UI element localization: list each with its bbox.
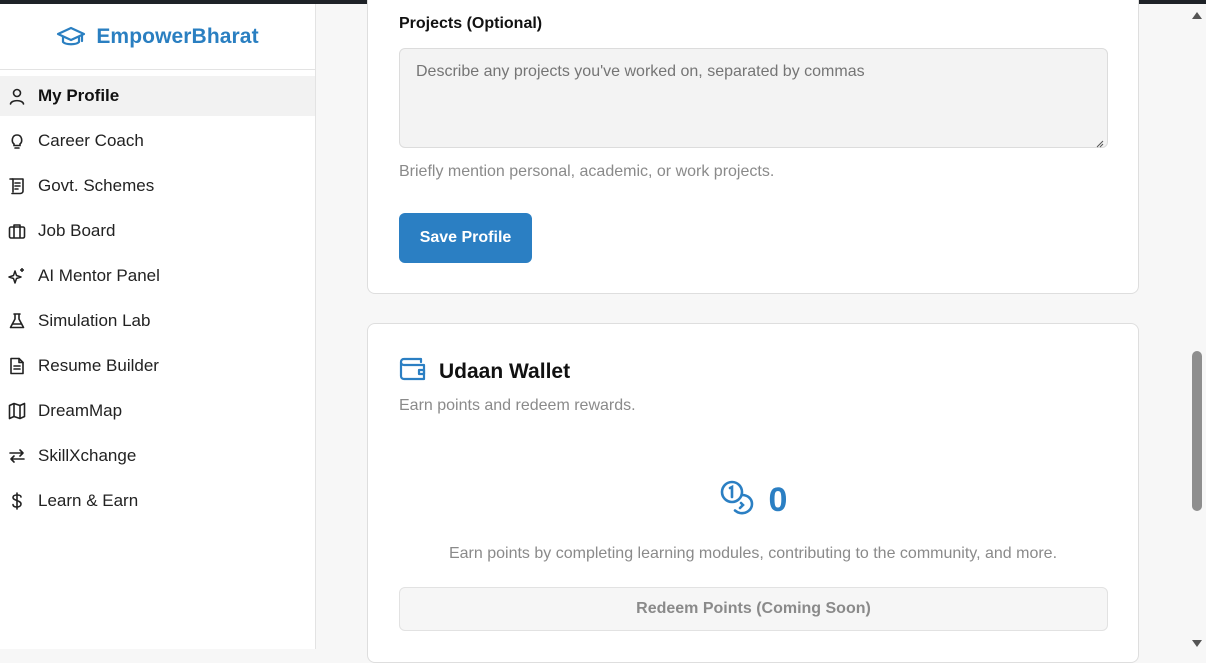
user-icon [8,87,26,105]
sidebar-item-dreammap[interactable]: DreamMap [0,391,315,431]
graduation-cap-icon [56,26,86,48]
points-value: 0 [768,481,788,519]
flask-icon [8,312,26,330]
coins-icon [719,479,759,522]
wallet-subtitle: Earn points and redeem rewards. [399,397,636,414]
sidebar-nav: My Profile Career Coach Govt. Schemes Jo… [0,76,315,521]
sidebar-item-label: Simulation Lab [38,311,151,330]
sidebar-item-job-board[interactable]: Job Board [0,211,315,251]
resize-grip-icon[interactable] [1094,135,1104,148]
sidebar-item-label: DreamMap [38,401,123,420]
sidebar-item-learn-earn[interactable]: Learn & Earn [0,481,315,521]
sidebar: EmpowerBharat My Profile Career Coach Go… [0,4,316,649]
sidebar-item-label: My Profile [38,86,120,105]
redeem-points-button[interactable]: Redeem Points (Coming Soon) [399,587,1108,631]
projects-label: Projects (Optional) [399,15,543,32]
sidebar-item-label: Learn & Earn [38,491,139,510]
wallet-card: Udaan Wallet Earn points and redeem rewa… [367,323,1139,663]
wallet-title: Udaan Wallet [439,359,571,383]
sidebar-item-ai-mentor-panel[interactable]: AI Mentor Panel [0,256,315,296]
lightbulb-icon [8,132,26,150]
sidebar-item-skillxchange[interactable]: SkillXchange [0,436,315,476]
scroll-down-arrow-icon[interactable] [1192,640,1202,647]
sidebar-item-label: Job Board [38,221,116,240]
sidebar-item-label: Resume Builder [38,356,159,375]
brand-header[interactable]: EmpowerBharat [0,4,315,70]
exchange-arrows-icon [8,447,26,465]
page-scrollbar[interactable] [1188,4,1206,649]
sidebar-item-my-profile[interactable]: My Profile [0,76,315,116]
wallet-icon [399,356,427,387]
sparkles-icon [8,267,26,285]
sidebar-item-career-coach[interactable]: Career Coach [0,121,315,161]
sidebar-item-govt-schemes[interactable]: Govt. Schemes [0,166,315,206]
briefcase-icon [8,222,26,240]
document-icon [8,357,26,375]
profile-form-card: Projects (Optional) Briefly mention pers… [367,0,1139,294]
sidebar-item-label: Career Coach [38,131,144,150]
scroll-icon [8,177,26,195]
sidebar-item-simulation-lab[interactable]: Simulation Lab [0,301,315,341]
sidebar-item-label: AI Mentor Panel [38,266,160,285]
scrollbar-thumb[interactable] [1192,351,1202,511]
scroll-up-arrow-icon[interactable] [1192,12,1202,19]
sidebar-item-label: Govt. Schemes [38,176,155,195]
projects-textarea[interactable] [399,48,1108,148]
points-description: Earn points by completing learning modul… [448,545,1058,562]
points-display: 0 [368,479,1138,522]
brand-name: EmpowerBharat [96,24,259,48]
dollar-icon [8,492,26,510]
save-profile-button[interactable]: Save Profile [399,213,532,263]
sidebar-item-resume-builder[interactable]: Resume Builder [0,346,315,386]
sidebar-item-label: SkillXchange [38,446,137,465]
map-icon [8,402,26,420]
wallet-header: Udaan Wallet [399,356,570,387]
projects-helper-text: Briefly mention personal, academic, or w… [399,163,775,180]
